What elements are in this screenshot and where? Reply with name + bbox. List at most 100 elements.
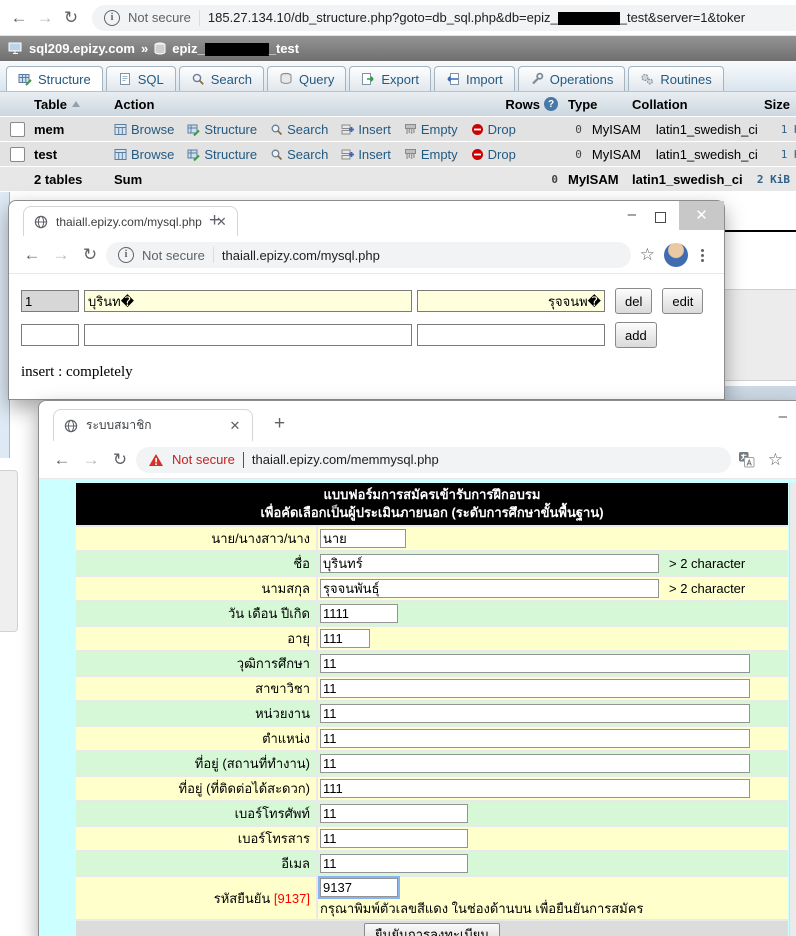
field-label: ที่อยู่ (ที่ติดต่อได้สะดวก) — [76, 777, 316, 800]
sort-asc-icon[interactable] — [72, 101, 80, 107]
forward-icon[interactable]: → — [78, 450, 104, 470]
drop-link[interactable]: Drop — [471, 122, 516, 137]
confirm-code-note: กรุณาพิมพ์ตัวเลขสีแดง ในช่องด้านบน เพื่อ… — [320, 898, 643, 919]
tab-search[interactable]: Search — [179, 66, 264, 91]
minimize-icon[interactable]: – — [628, 207, 636, 222]
bookmark-star-icon[interactable]: ☆ — [768, 450, 783, 470]
title-prefix-field[interactable] — [320, 529, 406, 548]
form-row-position: ตำแหน่ง — [76, 727, 788, 750]
not-secure-label: Not secure — [128, 10, 191, 25]
win2-tab[interactable]: ระบบสมาชิก ✕ — [53, 409, 253, 441]
register-submit-button[interactable]: ยืนยันการลงทะเบียน — [364, 923, 500, 936]
back-icon[interactable]: ← — [19, 245, 45, 265]
row-size: 1 KiB — [762, 123, 796, 136]
col-table[interactable]: Table — [34, 97, 67, 112]
del-button[interactable]: del — [615, 288, 652, 314]
tab-query[interactable]: Query — [267, 66, 346, 91]
structure-link[interactable]: Structure — [187, 122, 257, 137]
minimize-icon[interactable]: – — [779, 409, 787, 424]
row-collation[interactable]: latin1_swedish_ci — [656, 147, 762, 162]
age-field[interactable] — [320, 629, 370, 648]
insert-link[interactable]: Insert — [341, 122, 391, 137]
bookmark-star-icon[interactable]: ☆ — [640, 245, 655, 265]
contact-address-field[interactable] — [320, 779, 750, 798]
empty-icon — [404, 123, 417, 136]
tab-sql[interactable]: SQL — [106, 66, 176, 91]
info-icon[interactable]: i — [118, 247, 134, 263]
tab-routines[interactable]: Routines — [628, 66, 723, 91]
row-collation[interactable]: latin1_swedish_ci — [656, 122, 762, 137]
record-row: del edit — [21, 288, 724, 314]
field-label: วัน เดือน ปีเกิด — [76, 602, 316, 625]
search-link[interactable]: Search — [270, 122, 328, 137]
add-button[interactable]: add — [615, 322, 657, 348]
tab-import[interactable]: Import — [434, 66, 515, 91]
translate-icon[interactable] — [738, 451, 755, 468]
address-bar[interactable]: i Not secure thaiall.epizy.com/mysql.php — [106, 242, 631, 268]
tab-close-icon[interactable]: ✕ — [230, 418, 241, 434]
row-checkbox[interactable] — [10, 147, 25, 162]
table-name[interactable]: test — [34, 147, 114, 162]
background-browser-toolbar: ← → ↻ i Not secure 185.27.134.10/db_stru… — [0, 0, 796, 36]
major-field[interactable] — [320, 679, 750, 698]
forward-icon[interactable]: → — [48, 245, 74, 265]
empty-link[interactable]: Empty — [404, 122, 458, 137]
birthdate-field[interactable] — [320, 604, 398, 623]
reload-icon[interactable]: ↻ — [77, 245, 103, 265]
tab-export[interactable]: Export — [349, 66, 431, 91]
record-lastname-field[interactable] — [417, 290, 605, 312]
win2-scrollbar[interactable] — [789, 483, 796, 936]
breadcrumb-db[interactable]: epiz__test — [172, 41, 299, 56]
maximize-icon[interactable] — [655, 211, 666, 226]
forward-icon[interactable]: → — [32, 8, 58, 28]
new-id-field[interactable] — [21, 324, 79, 346]
profile-avatar[interactable] — [664, 243, 688, 267]
new-tab-icon[interactable]: + — [274, 413, 285, 435]
col-size: Size — [738, 97, 796, 112]
reload-icon[interactable]: ↻ — [107, 450, 133, 470]
new-lastname-field[interactable] — [417, 324, 605, 346]
new-firstname-field[interactable] — [84, 324, 412, 346]
new-tab-icon[interactable]: + — [209, 210, 220, 232]
row-checkbox[interactable] — [10, 122, 25, 137]
edit-button[interactable]: edit — [662, 288, 703, 314]
close-icon[interactable]: ✕ — [679, 201, 724, 230]
drop-link[interactable]: Drop — [471, 147, 516, 162]
info-icon[interactable]: i — [104, 10, 120, 26]
breadcrumb-separator: » — [141, 41, 148, 56]
address-bar[interactable]: i Not secure 185.27.134.10/db_structure.… — [92, 5, 796, 31]
address-bar[interactable]: Not secure thaiall.epizy.com/memmysql.ph… — [136, 447, 731, 473]
lastname-field[interactable] — [320, 579, 659, 598]
empty-link[interactable]: Empty — [404, 147, 458, 162]
win1-tab[interactable]: thaiall.epizy.com/mysql.php ✕ — [23, 206, 238, 236]
back-icon[interactable]: ← — [6, 8, 32, 28]
structure-link[interactable]: Structure — [187, 147, 257, 162]
breadcrumb-server[interactable]: sql209.epizy.com — [29, 41, 135, 56]
record-firstname-field[interactable] — [84, 290, 412, 312]
insert-link[interactable]: Insert — [341, 147, 391, 162]
tab-operations[interactable]: Operations — [518, 66, 626, 91]
help-icon[interactable]: ? — [544, 97, 558, 111]
back-icon[interactable]: ← — [49, 450, 75, 470]
phone-field[interactable] — [320, 804, 468, 823]
browse-link[interactable]: Browse — [114, 147, 174, 162]
work-address-field[interactable] — [320, 754, 750, 773]
education-field[interactable] — [320, 654, 750, 673]
browse-link[interactable]: Browse — [114, 122, 174, 137]
screen: ← → ↻ i Not secure 185.27.134.10/db_stru… — [0, 0, 796, 936]
menu-dots-icon[interactable] — [701, 254, 704, 257]
confirm-code-field[interactable] — [320, 878, 398, 897]
url-text: thaiall.epizy.com/mysql.php — [222, 248, 380, 263]
firstname-field[interactable] — [320, 554, 659, 573]
tab-structure[interactable]: Structure — [6, 66, 103, 91]
record-id-field[interactable] — [21, 290, 79, 312]
fax-field[interactable] — [320, 829, 468, 848]
search-link[interactable]: Search — [270, 147, 328, 162]
position-field[interactable] — [320, 729, 750, 748]
email-field[interactable] — [320, 854, 468, 873]
col-action: Action — [114, 97, 492, 112]
table-name[interactable]: mem — [34, 122, 114, 137]
win1-tab-title: thaiall.epizy.com/mysql.php — [56, 215, 202, 229]
organization-field[interactable] — [320, 704, 750, 723]
reload-icon[interactable]: ↻ — [58, 8, 84, 28]
